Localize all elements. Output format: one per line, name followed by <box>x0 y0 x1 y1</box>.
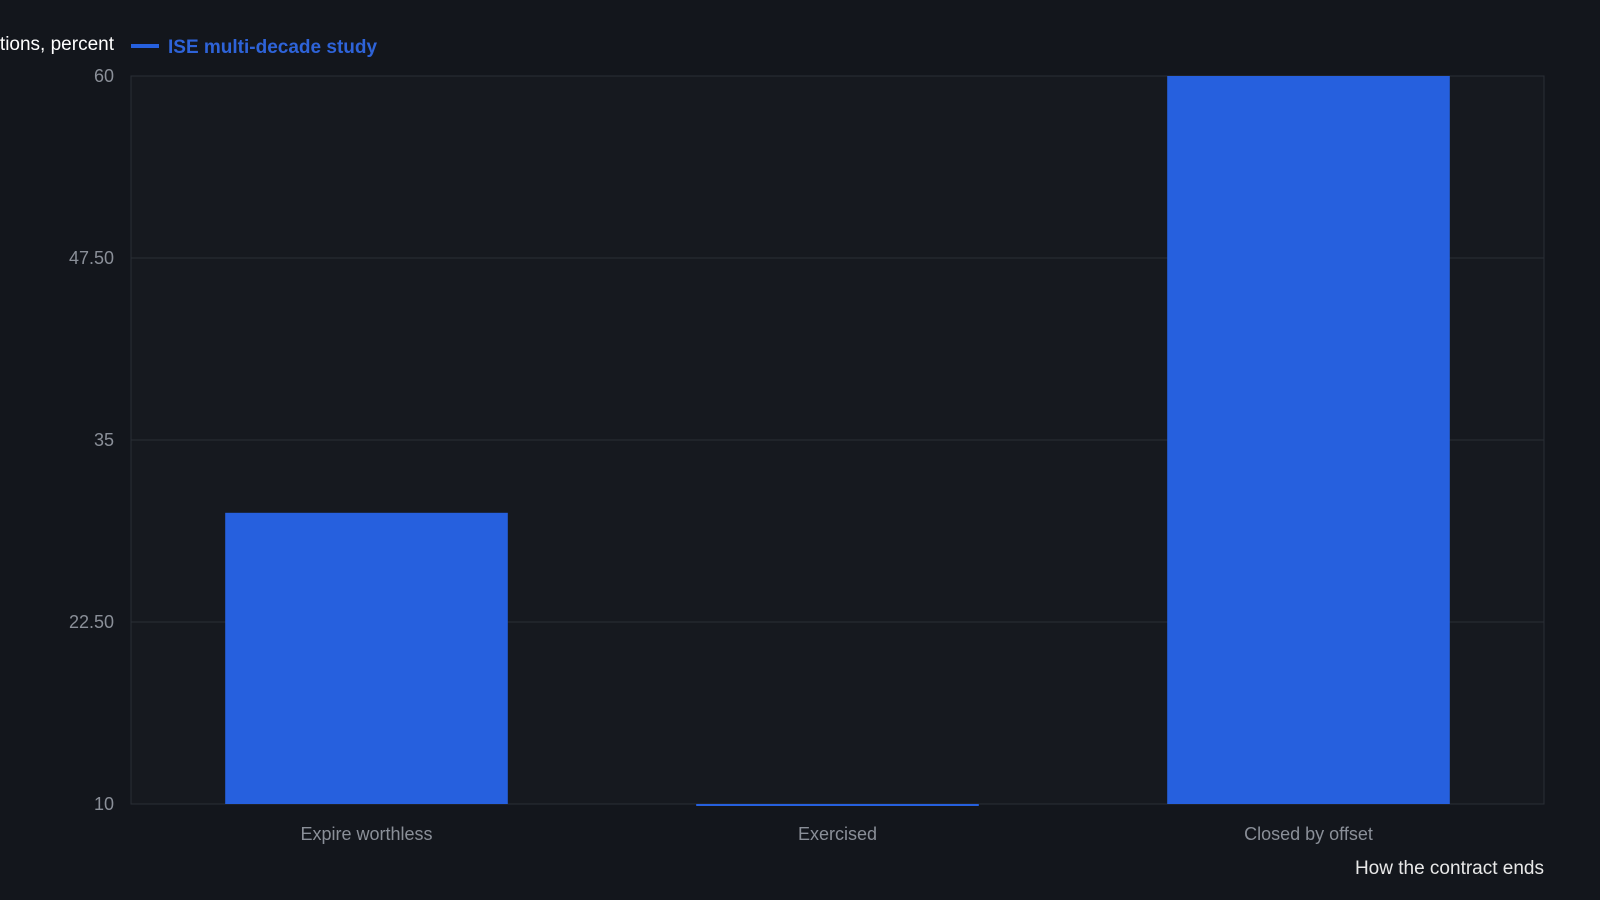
y-axis-label: tions, percent <box>0 34 115 55</box>
bar <box>696 804 979 806</box>
y-tick-label: 47.50 <box>69 248 114 268</box>
y-tick-labels: 10 22.50 35 47.50 60 <box>69 66 114 814</box>
bar <box>1167 76 1450 804</box>
y-tick-label: 22.50 <box>69 612 114 632</box>
y-tick-label: 10 <box>94 794 114 814</box>
legend-label: ISE multi-decade study <box>168 37 377 58</box>
y-tick-label: 35 <box>94 430 114 450</box>
x-tick-label: Expire worthless <box>300 824 432 844</box>
y-tick-label: 60 <box>94 66 114 86</box>
x-tick-label: Closed by offset <box>1244 824 1373 844</box>
x-axis-label: How the contract ends <box>1355 858 1544 879</box>
bar-chart: 10 22.50 35 47.50 60 Expire worthless Exercis… <box>0 34 1545 879</box>
chart-root: 10 22.50 35 47.50 60 Expire worthless Exercis… <box>0 0 1600 900</box>
x-tick-labels: Expire worthless Exercised Closed by offse… <box>300 824 1372 844</box>
x-tick-label: Exercised <box>798 824 877 844</box>
bar <box>225 512 508 804</box>
legend: ISE multi-decade study <box>131 37 377 58</box>
